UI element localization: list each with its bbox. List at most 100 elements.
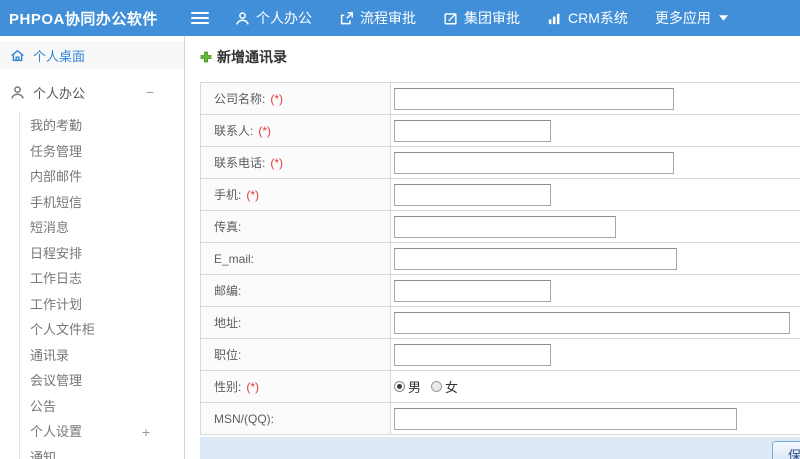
- sidebar-item-label: 我的考勤: [30, 118, 83, 133]
- app-title: PHPOA协同办公软件: [9, 10, 158, 28]
- form-row-position: 职位:: [201, 339, 800, 371]
- sidebar-item-internal-mail[interactable]: 内部邮件: [20, 164, 184, 190]
- sidebar-item-address-book[interactable]: 通讯录: [20, 343, 184, 369]
- sidebar-item-my-attendance[interactable]: 我的考勤: [20, 113, 184, 139]
- contact-form: 公司名称: (*) 联系人: (*) 联系电话: (*) 手机: (*) 传真: E_mail: 邮…: [200, 82, 800, 435]
- user-icon: [10, 85, 25, 100]
- field-value: [391, 211, 800, 242]
- sidebar-section-label: 个人办公: [33, 85, 86, 101]
- hamburger-menu-icon[interactable]: [191, 12, 209, 24]
- collapse-toggle[interactable]: −: [146, 85, 154, 99]
- sidebar-item-label: 个人桌面: [33, 48, 86, 64]
- nav-item-label: 流程审批: [360, 10, 416, 26]
- radio-option-label: 女: [445, 380, 459, 395]
- form-footer-bar: 保存: [200, 437, 800, 459]
- field-value: [391, 83, 800, 114]
- sidebar-item-meeting-management[interactable]: 会议管理: [20, 368, 184, 394]
- form-row-contact-person: 联系人: (*): [201, 115, 800, 147]
- form-row-address: 地址:: [201, 307, 800, 339]
- sidebar-item-label: 通讯录: [30, 347, 70, 363]
- required-mark: (*): [270, 91, 284, 106]
- sidebar-item-schedule[interactable]: 日程安排: [20, 241, 184, 267]
- field-label: 职位:: [201, 339, 391, 370]
- nav-workflow-approval[interactable]: 流程审批: [339, 8, 416, 28]
- field-value: [391, 147, 800, 178]
- sidebar-item-personal-settings[interactable]: 个人设置 +: [20, 419, 184, 445]
- field-label: E_mail:: [201, 243, 391, 274]
- position-input[interactable]: [394, 343, 551, 366]
- form-row-msn-qq: MSN/(QQ):: [201, 403, 800, 435]
- sidebar-item-personal-file-cabinet[interactable]: 个人文件柜: [20, 317, 184, 343]
- required-mark: (*): [246, 187, 260, 202]
- nav-item-label: 集团审批: [464, 10, 520, 26]
- field-label: 公司名称: (*): [201, 83, 391, 114]
- field-label: MSN/(QQ):: [201, 403, 391, 434]
- required-mark: (*): [246, 379, 260, 394]
- field-label: 邮编:: [201, 275, 391, 306]
- radio-icon[interactable]: [394, 381, 405, 392]
- radio-option-gender-1[interactable]: 女: [431, 377, 458, 396]
- sidebar-item-label: 工作日志: [30, 271, 83, 286]
- field-value: [391, 115, 800, 146]
- sidebar-item-work-plan[interactable]: 工作计划: [20, 292, 184, 318]
- contact-person-input[interactable]: [394, 119, 551, 142]
- form-row-fax: 传真:: [201, 211, 800, 243]
- field-value: [391, 403, 800, 434]
- form-row-mobile: 手机: (*): [201, 179, 800, 211]
- sidebar-item-label: 任务管理: [30, 143, 83, 159]
- sidebar-item-personal-desktop[interactable]: 个人桌面: [0, 41, 184, 69]
- nav-personal-office[interactable]: 个人办公: [235, 8, 312, 28]
- field-label: 联系人: (*): [201, 115, 391, 146]
- sidebar-item-task-management[interactable]: 任务管理: [20, 139, 184, 165]
- zip-code-input[interactable]: [394, 279, 551, 302]
- home-icon: [10, 48, 25, 63]
- contact-phone-input[interactable]: [394, 151, 674, 174]
- main-content: 新增通讯录 公司名称: (*) 联系人: (*) 联系电话: (*) 手机: (*) 传真: E_…: [185, 36, 800, 459]
- sidebar-item-announcement[interactable]: 公告: [20, 394, 184, 420]
- sidebar-item-label: 个人文件柜: [30, 322, 96, 337]
- sidebar-item-mobile-sms[interactable]: 手机短信: [20, 190, 184, 216]
- form-row-email: E_mail:: [201, 243, 800, 275]
- sidebar-item-label: 手机短信: [30, 194, 83, 210]
- fax-input[interactable]: [394, 215, 616, 238]
- company-name-input[interactable]: [394, 87, 674, 110]
- email-input[interactable]: [394, 247, 677, 270]
- sidebar-item-short-message[interactable]: 短消息: [20, 215, 184, 241]
- form-row-contact-phone: 联系电话: (*): [201, 147, 800, 179]
- field-label: 联系电话: (*): [201, 147, 391, 178]
- field-value: [391, 307, 800, 338]
- msn-qq-input[interactable]: [394, 407, 737, 430]
- address-input[interactable]: [394, 311, 790, 334]
- sidebar-item-label: 公告: [30, 398, 57, 414]
- sidebar-item-label: 日程安排: [30, 245, 83, 261]
- nav-more-apps[interactable]: 更多应用: [655, 8, 728, 28]
- form-row-zip-code: 邮编:: [201, 275, 800, 307]
- top-nav: 个人办公 流程审批 集团审批 CRM系统 更多应用: [235, 8, 755, 28]
- required-mark: (*): [270, 155, 284, 170]
- sidebar-item-notification[interactable]: 通知: [20, 445, 184, 459]
- required-mark: (*): [258, 123, 272, 138]
- field-value: 男女: [391, 371, 800, 402]
- nav-item-label: 更多应用: [654, 10, 711, 26]
- bar-chart-icon: [547, 11, 562, 26]
- form-row-gender: 性别: (*) 男女: [201, 371, 800, 403]
- upload-icon: [339, 11, 354, 26]
- radio-option-gender-0[interactable]: 男: [394, 377, 421, 396]
- edit-icon: [443, 11, 458, 26]
- sidebar-section-personal-office[interactable]: 个人办公 −: [0, 78, 184, 106]
- sidebar-item-work-log[interactable]: 工作日志: [20, 266, 184, 292]
- sidebar-item-label: 会议管理: [30, 373, 83, 388]
- nav-group-approval[interactable]: 集团审批: [443, 8, 520, 28]
- sidebar-item-label: 内部邮件: [30, 169, 83, 184]
- nav-crm-system[interactable]: CRM系统: [547, 8, 628, 28]
- radio-icon[interactable]: [431, 381, 443, 392]
- field-label: 传真:: [201, 211, 391, 242]
- radio-option-label: 男: [408, 380, 422, 395]
- sidebar-item-label: 个人设置: [30, 424, 83, 439]
- expand-toggle[interactable]: +: [142, 425, 150, 439]
- save-button[interactable]: 保存: [772, 441, 800, 459]
- sidebar-item-label: 短消息: [30, 220, 70, 235]
- caret-down-icon: [718, 15, 728, 21]
- add-icon: [200, 51, 212, 63]
- mobile-input[interactable]: [394, 183, 551, 206]
